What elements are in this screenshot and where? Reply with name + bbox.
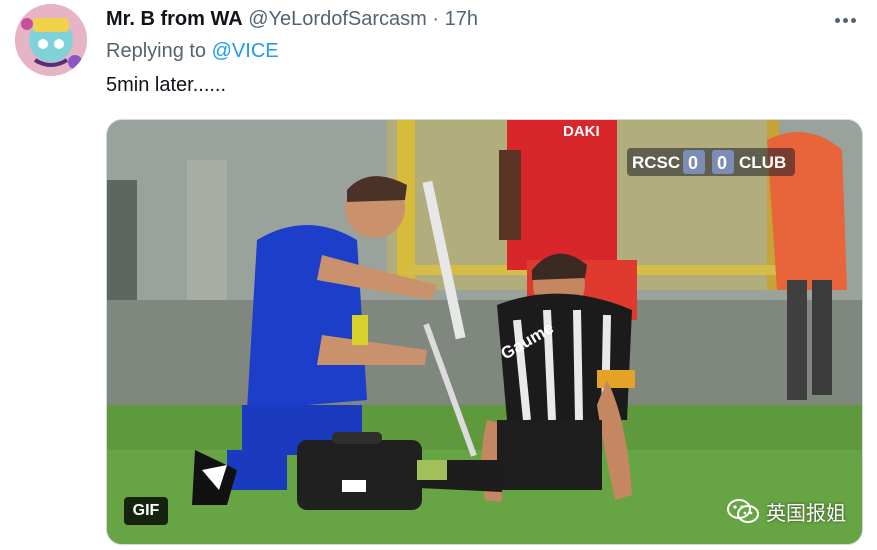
sponsor-text: DAKI xyxy=(563,123,600,140)
more-options-icon[interactable] xyxy=(835,10,865,28)
watermark-text: 英国报姐 xyxy=(766,500,846,525)
author-handle[interactable]: @YeLordofSarcasm xyxy=(248,8,427,30)
gif-frame: DAKI Gaume RCSC 0 0 CLUB xyxy=(107,120,862,544)
separator-dot: · xyxy=(432,8,440,30)
tweet-text: 5min later...... xyxy=(106,74,227,96)
scoreboard-away: CLUB xyxy=(739,153,786,172)
scoreboard-away-score: 0 xyxy=(717,153,727,173)
avatar[interactable] xyxy=(15,4,87,76)
wechat-icon xyxy=(727,499,759,523)
avatar-image xyxy=(15,4,87,76)
scoreboard-home: RCSC xyxy=(632,153,680,172)
tweet-header: Mr. B from WA @YeLordofSarcasm · 17h xyxy=(106,8,478,31)
gif-badge: GIF xyxy=(124,497,168,525)
watermark: 英国报姐 xyxy=(726,496,846,526)
reply-context: Replying to @VICE xyxy=(106,40,279,63)
scoreboard-home-score: 0 xyxy=(688,153,698,173)
tweet-timestamp[interactable]: 17h xyxy=(445,8,478,30)
author-name[interactable]: Mr. B from WA xyxy=(106,8,243,30)
reply-handle-link[interactable]: @VICE xyxy=(212,40,279,62)
reply-prefix: Replying to xyxy=(106,40,207,62)
gif-media[interactable]: DAKI Gaume RCSC 0 0 CLUB xyxy=(106,119,863,545)
